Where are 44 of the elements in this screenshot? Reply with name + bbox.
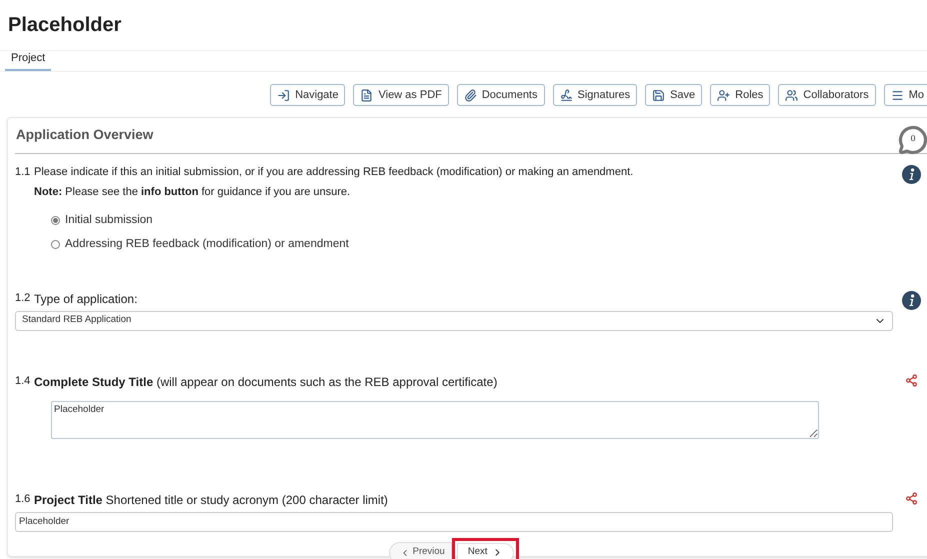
select-field[interactable]: Standard REB Application xyxy=(15,310,893,330)
page-title: Placeholder xyxy=(7,13,122,38)
toolbar-button[interactable]: Roles xyxy=(710,84,770,106)
comment-bubble[interactable]: 0 xyxy=(898,124,927,152)
share-icon[interactable] xyxy=(904,492,918,504)
question-number: 1.1 xyxy=(15,165,32,180)
users-icon xyxy=(785,88,798,102)
question-number: 1.2 xyxy=(15,290,32,306)
comment-count: 0 xyxy=(909,132,917,144)
question-note: Note: Please see the info button for guidance if you are unsure. xyxy=(34,184,352,200)
previous-button[interactable]: Previou xyxy=(388,542,452,559)
question-text: Project Title Shortened title or study acronym (200 character limit) xyxy=(34,492,388,508)
toolbar-button[interactable]: Navigate xyxy=(270,84,346,106)
signature-icon xyxy=(560,88,572,102)
toolbar-button[interactable]: Save xyxy=(645,84,702,106)
toolbar-button[interactable]: Mo xyxy=(884,84,927,106)
title-input[interactable]: Placeholder xyxy=(15,512,893,532)
question-text: Complete Study Title (will appear on documents such as the REB approval certificate) xyxy=(34,374,498,390)
paperclip-icon xyxy=(464,88,477,102)
question-number: 1.4 xyxy=(15,374,32,388)
toolbar-button[interactable]: View as PDF xyxy=(353,84,449,106)
enter-icon xyxy=(277,88,290,102)
tab[interactable]: Project xyxy=(5,50,52,71)
menu-icon xyxy=(890,88,904,102)
toolbar-button[interactable]: Documents xyxy=(456,84,544,106)
question-text: Type of application: xyxy=(34,290,138,308)
question-number: 1.6 xyxy=(15,492,32,506)
select-value: Standard REB Application xyxy=(22,313,132,328)
radio-label: Initial submission xyxy=(65,213,153,228)
share-icon[interactable] xyxy=(904,374,918,386)
radio-button[interactable] xyxy=(51,240,60,250)
info-icon[interactable] xyxy=(902,290,920,310)
radio-label: Addressing REB feedback (modification) or amendment xyxy=(65,237,349,252)
radio-button[interactable] xyxy=(51,216,60,226)
toolbar-button[interactable]: Collaborators xyxy=(778,84,876,106)
title-textarea[interactable]: Placeholder xyxy=(51,400,819,438)
toolbar-button[interactable]: Signatures xyxy=(552,84,638,106)
pdf-file-icon xyxy=(360,88,374,102)
next-button[interactable]: Next xyxy=(456,542,514,559)
section-title: Application Overview xyxy=(15,126,154,144)
user-plus-icon xyxy=(717,88,730,102)
save-icon xyxy=(652,88,666,102)
info-icon[interactable] xyxy=(902,165,920,184)
question-text: Please indicate if this an initial submission, or if you are addressing REB feedback (modification) or making an amendment. xyxy=(34,165,634,180)
